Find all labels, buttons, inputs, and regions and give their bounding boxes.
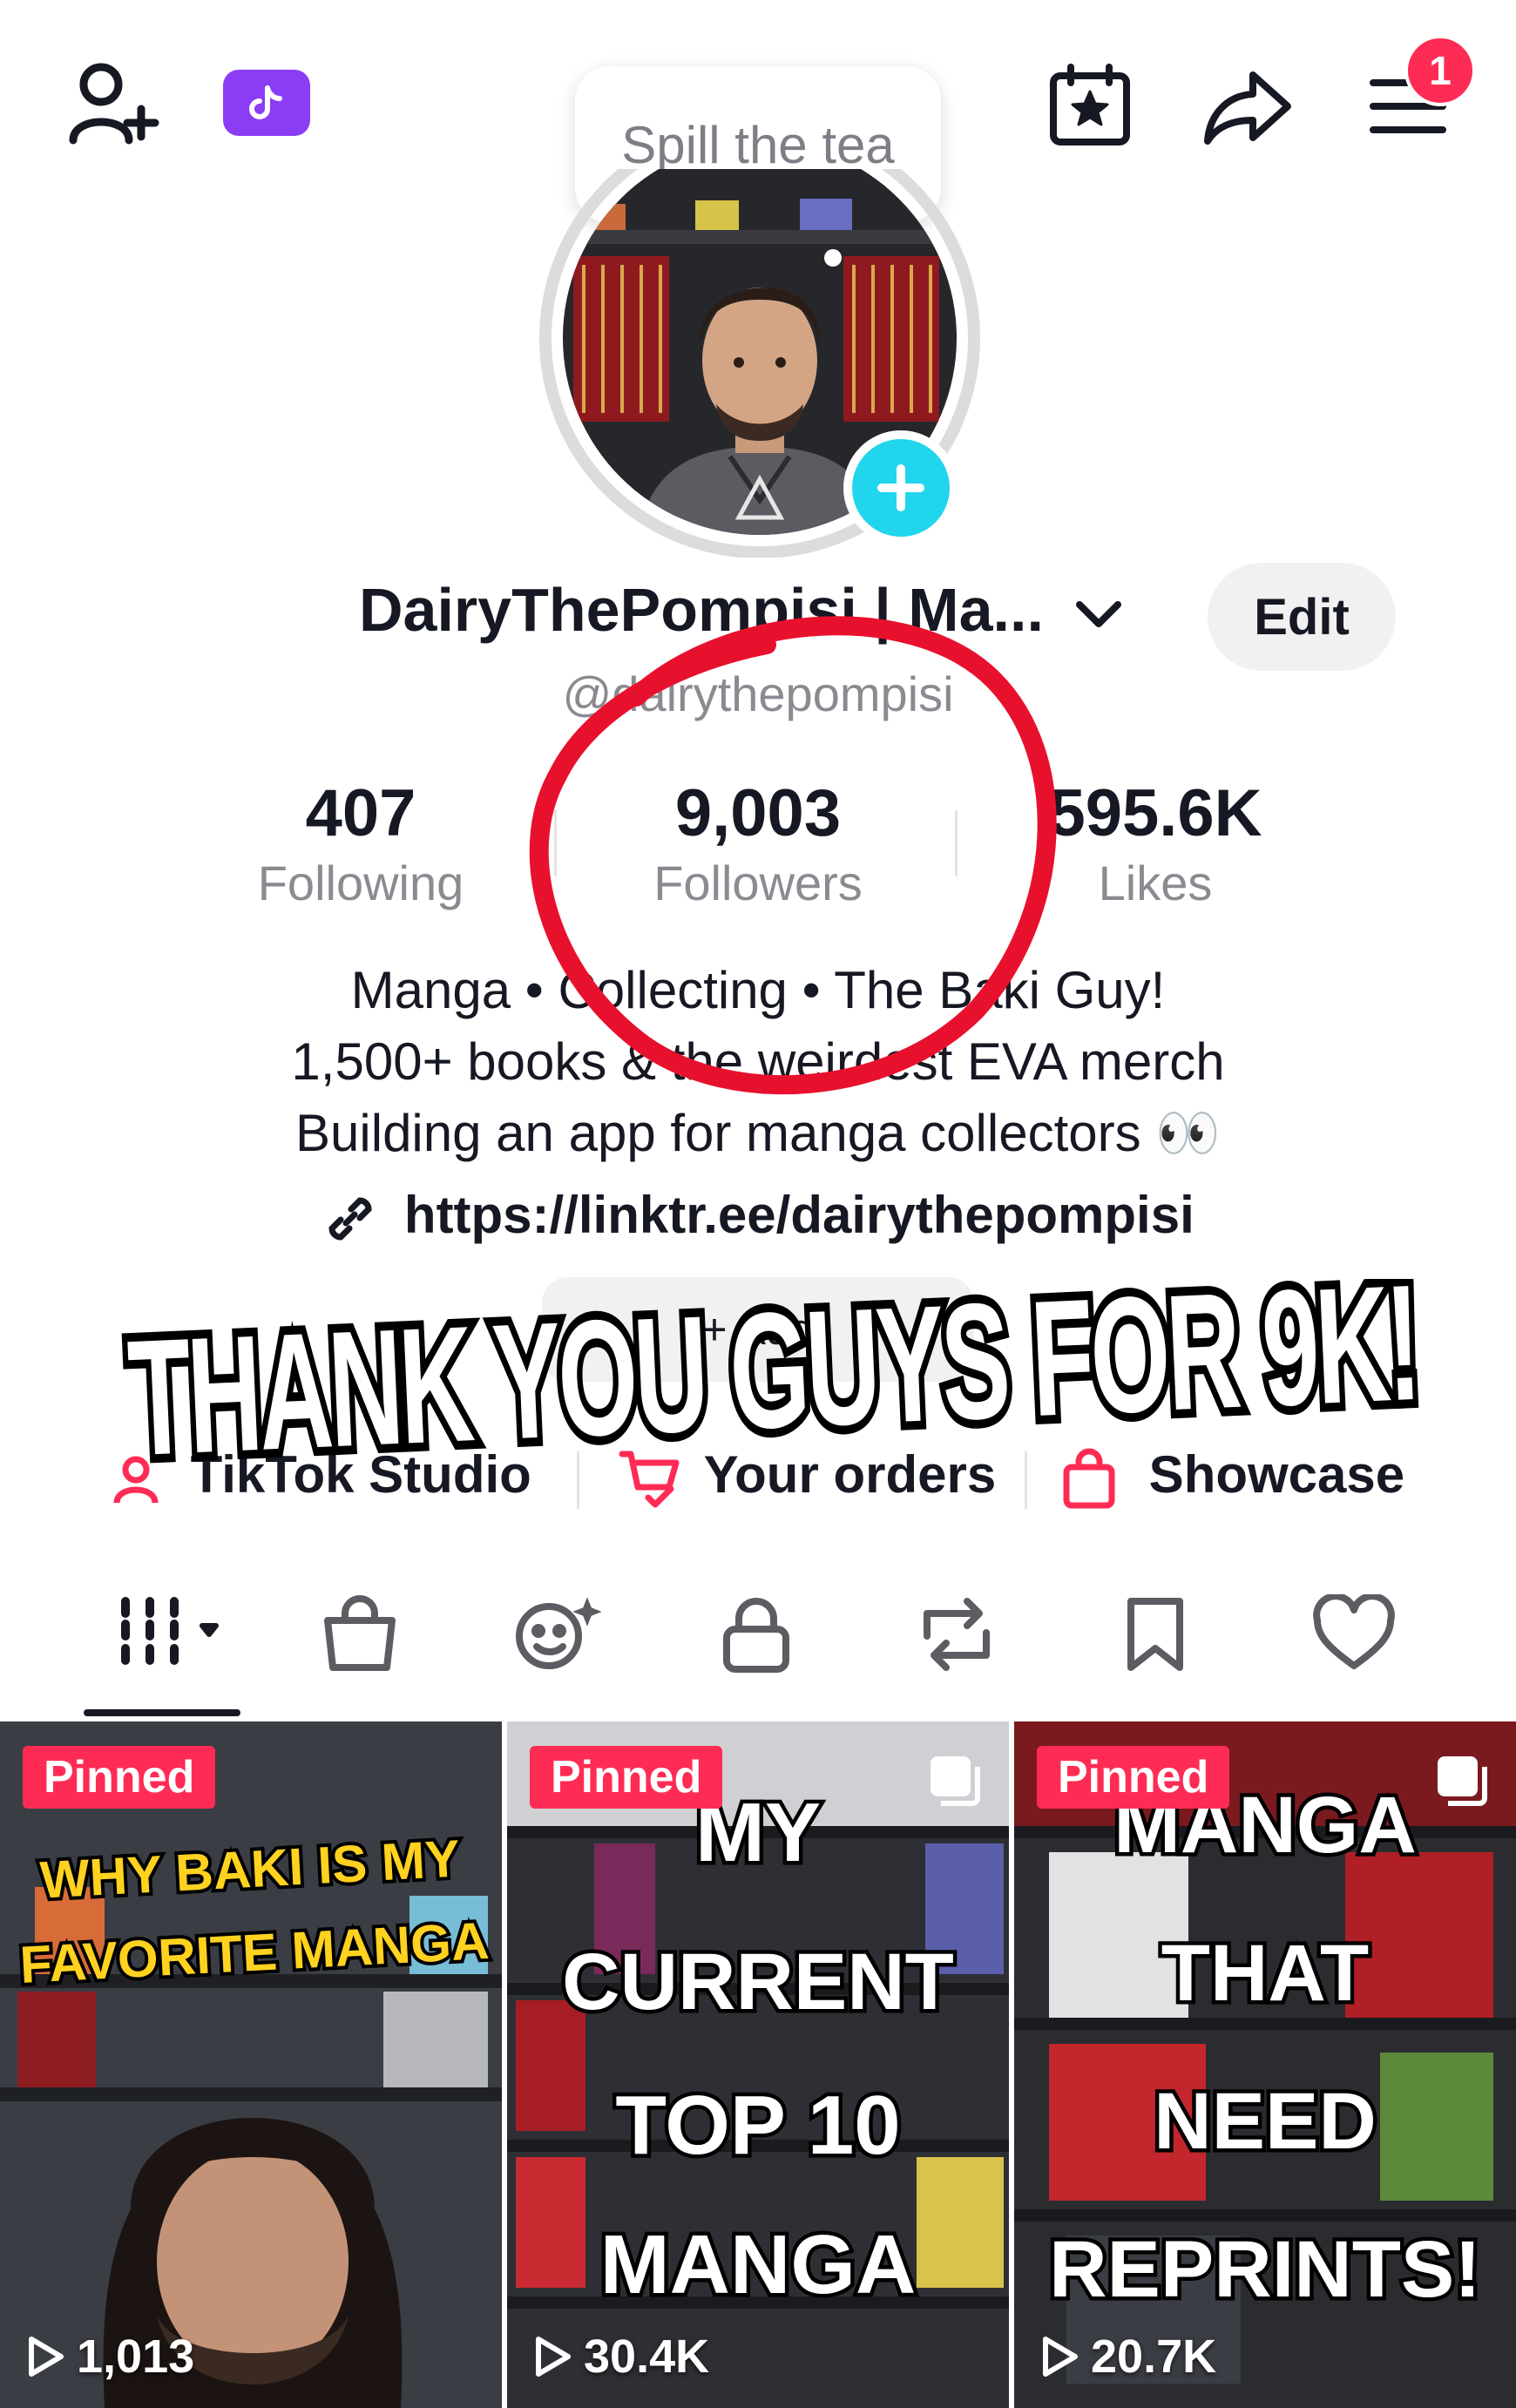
stat-following-value: 407 — [305, 776, 416, 850]
bio-link-text: https://linktr.ee/dairythepompisi — [403, 1186, 1195, 1244]
view-count-text: 30.4K — [584, 2330, 710, 2383]
pinned-badge: Pinned — [23, 1746, 216, 1809]
annotation-circle — [529, 616, 1057, 1095]
play-icon — [536, 2337, 571, 2377]
stat-following[interactable]: 407 Following — [160, 775, 561, 911]
notification-badge: 1 — [1404, 35, 1476, 106]
view-count: 1,013 — [26, 2330, 194, 2384]
stat-following-label: Following — [257, 856, 464, 910]
view-count-text: 1,013 — [77, 2330, 195, 2383]
prompt-bubble-text: Spill the tea — [621, 115, 895, 174]
bio-link[interactable]: https://linktr.ee/dairythepompisi — [0, 1185, 1516, 1248]
overlay-caption: THANK YOU GUYS FOR 9K! — [118, 1279, 1428, 1498]
video-thumbnail-1[interactable]: WHY BAKI IS MY FAVORITE MANGA Pinned 1,0… — [0, 1721, 502, 2408]
caption-line: REPRINTS! — [1049, 2225, 1481, 2314]
view-count: 30.4K — [533, 2330, 709, 2384]
multi-image-icon — [931, 1756, 980, 1806]
tab-videos[interactable] — [118, 1594, 237, 1672]
share-icon[interactable] — [1199, 59, 1296, 155]
thumbnail-image: MY CURRENT TOP 10 MANGA — [507, 1721, 1009, 2408]
caption-line: TOP 10 — [615, 2079, 900, 2172]
video-thumbnail-2[interactable]: MY CURRENT TOP 10 MANGA Pinned 30.4K — [507, 1721, 1009, 2408]
heart-icon — [1313, 1593, 1395, 1669]
active-tab-indicator — [84, 1709, 240, 1716]
thumbnail-image: MANGA THAT NEED REPRINTS! — [1014, 1721, 1516, 2408]
tab-favorites[interactable] — [1124, 1594, 1187, 1679]
tab-liked[interactable] — [1312, 1593, 1396, 1677]
tab-reposts[interactable] — [915, 1594, 998, 1679]
pinned-badge: Pinned — [1037, 1746, 1230, 1809]
repost-icon — [924, 1598, 990, 1671]
overlay-caption-text: THANK YOU GUYS FOR 9K! — [125, 1279, 1421, 1491]
thumbnail-image: WHY BAKI IS MY FAVORITE MANGA — [0, 1721, 502, 2408]
tab-private[interactable] — [721, 1594, 791, 1679]
ai-self-icon — [516, 1597, 602, 1669]
edit-profile-button[interactable]: Edit — [1208, 563, 1396, 671]
view-count: 20.7K — [1040, 2330, 1216, 2384]
tab-shop[interactable] — [322, 1594, 397, 1677]
lock-icon — [723, 1598, 789, 1673]
caption-line: CURRENT — [562, 1938, 954, 2026]
tab-ai-self[interactable] — [514, 1594, 602, 1679]
shop-bag-icon — [324, 1595, 396, 1671]
link-icon — [328, 1197, 372, 1241]
caption-line: THAT — [1161, 1929, 1369, 2018]
video-thumbnail-3[interactable]: MANGA THAT NEED REPRINTS! Pinned 20.7K — [1014, 1721, 1516, 2408]
grid-icon — [121, 1597, 219, 1665]
play-icon — [29, 2337, 64, 2377]
multi-image-icon — [1438, 1756, 1487, 1806]
pinned-badge: Pinned — [530, 1746, 723, 1809]
tiktok-studio-icon[interactable] — [223, 70, 310, 136]
bubble-pointer — [824, 249, 842, 267]
view-count-text: 20.7K — [1091, 2330, 1217, 2383]
play-icon — [1043, 2337, 1078, 2377]
bookmark-icon — [1127, 1598, 1183, 1671]
caption-line: MANGA — [600, 2218, 917, 2311]
add-story-button[interactable] — [843, 430, 958, 545]
add-friend-icon[interactable] — [56, 54, 169, 150]
caption-line: NEED — [1154, 2077, 1377, 2166]
calendar-star-icon[interactable] — [1042, 57, 1138, 153]
